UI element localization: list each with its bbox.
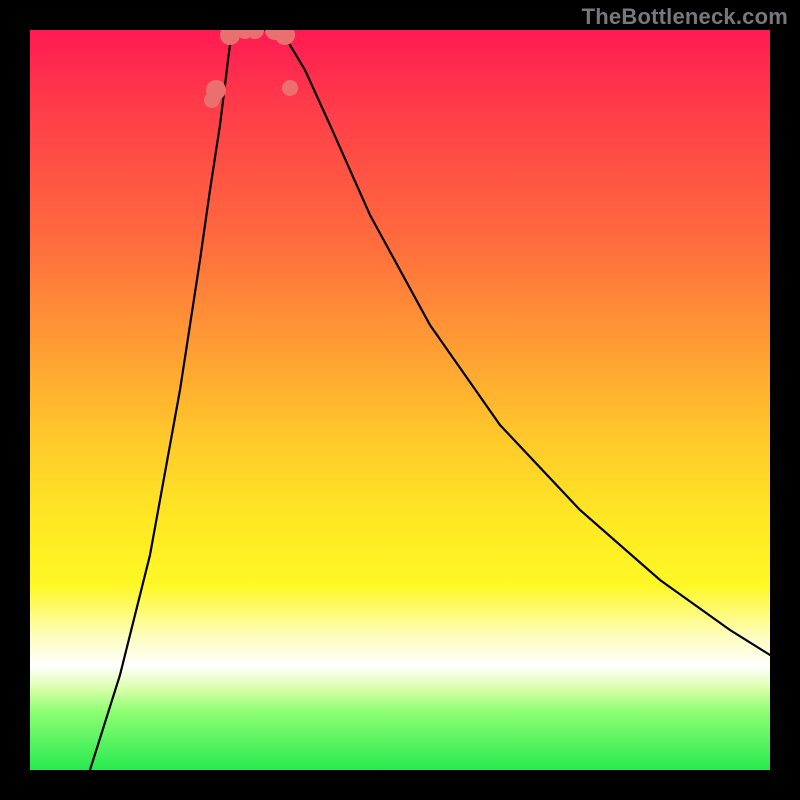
right-curve — [260, 30, 770, 655]
chart-svg — [30, 30, 770, 770]
left-curve — [90, 30, 260, 770]
marker-dot — [206, 80, 226, 100]
chart-stage: TheBottleneck.com — [0, 0, 800, 800]
marker-dot — [282, 80, 298, 96]
bottom-markers — [204, 30, 298, 108]
watermark-text: TheBottleneck.com — [582, 4, 788, 30]
plot-area — [30, 30, 770, 770]
marker-dot — [275, 30, 295, 45]
